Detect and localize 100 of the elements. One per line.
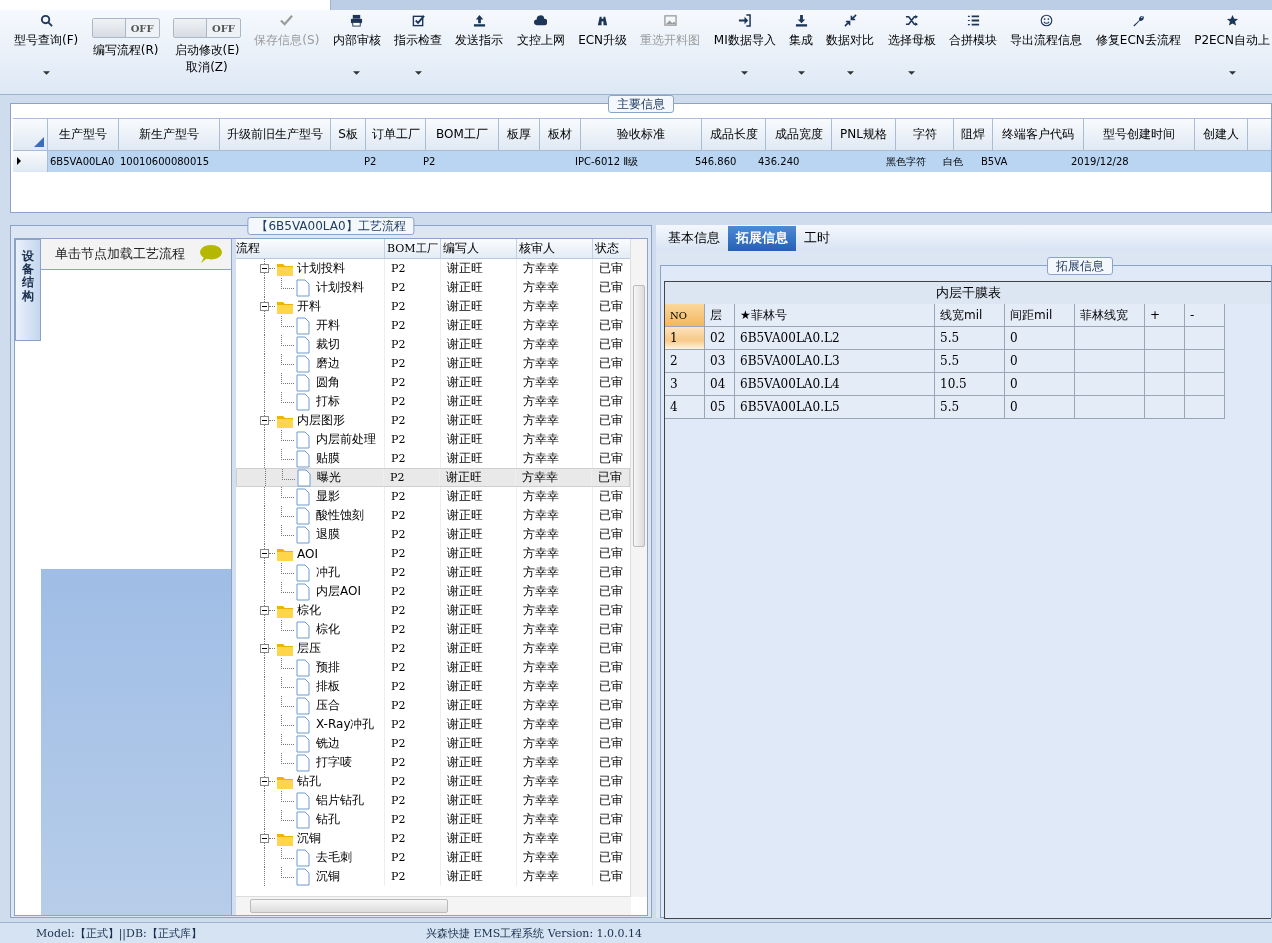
table-cell[interactable] bbox=[1185, 396, 1225, 419]
collapse-icon[interactable] bbox=[260, 644, 269, 653]
toolbar-button[interactable]: P2ECN自动上 bbox=[1194, 10, 1270, 94]
tree-row[interactable]: 内层AOI P2 谢正旺 方幸幸 已审 bbox=[236, 582, 630, 601]
table-cell[interactable] bbox=[1075, 396, 1145, 419]
table-cell[interactable]: 0 bbox=[1005, 327, 1075, 350]
column-header[interactable]: - bbox=[1185, 304, 1225, 327]
column-header[interactable]: BOM工厂 bbox=[426, 119, 499, 150]
table-cell[interactable]: 05 bbox=[705, 396, 735, 419]
toolbar-button[interactable]: 发送指示 bbox=[455, 10, 504, 94]
tree-row[interactable]: 裁切 P2 谢正旺 方幸幸 已审 bbox=[236, 335, 630, 354]
collapse-icon[interactable] bbox=[260, 416, 269, 425]
tree-row[interactable]: 显影 P2 谢正旺 方幸幸 已审 bbox=[236, 487, 630, 506]
table-cell[interactable] bbox=[1145, 396, 1185, 419]
table-cell[interactable]: 03 bbox=[705, 350, 735, 373]
table-cell[interactable] bbox=[1145, 327, 1185, 350]
table-cell[interactable]: 5.5 bbox=[935, 350, 1005, 373]
column-header[interactable]: + bbox=[1145, 304, 1185, 327]
toolbar-button[interactable]: 导出流程信息 bbox=[1010, 10, 1083, 94]
tree-row[interactable]: X-Ray冲孔 P2 谢正旺 方幸幸 已审 bbox=[236, 715, 630, 734]
tab[interactable]: 拓展信息 bbox=[728, 226, 796, 251]
tree-row[interactable]: 层压 P2 谢正旺 方幸幸 已审 bbox=[236, 639, 630, 658]
table-cell[interactable]: 6B5VA00LA0.L4 bbox=[735, 373, 935, 396]
tree-row[interactable]: 冲孔 P2 谢正旺 方幸幸 已审 bbox=[236, 563, 630, 582]
column-header[interactable]: 订单工厂 bbox=[366, 119, 426, 150]
tree-row[interactable]: 钻孔 P2 谢正旺 方幸幸 已审 bbox=[236, 772, 630, 791]
tree-row[interactable]: 打字唛 P2 谢正旺 方幸幸 已审 bbox=[236, 753, 630, 772]
collapse-icon[interactable] bbox=[260, 264, 269, 273]
table-cell[interactable] bbox=[1145, 350, 1185, 373]
table-cell[interactable]: 0 bbox=[1005, 373, 1075, 396]
tree-row[interactable]: 开料 P2 谢正旺 方幸幸 已审 bbox=[236, 316, 630, 335]
toolbar-button[interactable]: 集成 bbox=[789, 10, 814, 94]
column-header[interactable]: 流程 bbox=[236, 239, 385, 258]
toolbar-button[interactable]: 选择母板 bbox=[887, 10, 936, 94]
toolbar-button[interactable]: 修复ECN丢流程 bbox=[1095, 10, 1181, 94]
collapse-icon[interactable] bbox=[260, 549, 269, 558]
table-cell[interactable] bbox=[1185, 327, 1225, 350]
tree-row[interactable]: 计划投料 P2 谢正旺 方幸幸 已审 bbox=[236, 278, 630, 297]
table-cell[interactable]: 6B5VA00LA0.L3 bbox=[735, 350, 935, 373]
column-header[interactable]: 生产型号 bbox=[48, 119, 119, 150]
tab[interactable]: 工时 bbox=[796, 226, 838, 251]
column-header[interactable]: 板厚 bbox=[499, 119, 540, 150]
column-header[interactable]: NO bbox=[665, 304, 705, 327]
table-cell[interactable]: 3 bbox=[665, 373, 705, 396]
tree-row[interactable]: 铝片钻孔 P2 谢正旺 方幸幸 已审 bbox=[236, 791, 630, 810]
toolbar-button[interactable]: 数据对比 bbox=[826, 10, 875, 94]
tree-row[interactable]: 沉铜 P2 谢正旺 方幸幸 已审 bbox=[236, 867, 630, 886]
table-cell[interactable]: 2 bbox=[665, 350, 705, 373]
table-cell[interactable]: 5.5 bbox=[935, 396, 1005, 419]
tree-row[interactable]: 压合 P2 谢正旺 方幸幸 已审 bbox=[236, 696, 630, 715]
table-cell[interactable]: 6B5VA00LA0.L5 bbox=[735, 396, 935, 419]
tree-row[interactable]: 圆角 P2 谢正旺 方幸幸 已审 bbox=[236, 373, 630, 392]
column-header[interactable]: PNL规格 bbox=[832, 119, 896, 150]
column-header[interactable]: 线宽mil bbox=[935, 304, 1005, 327]
horizontal-scrollbar[interactable] bbox=[236, 896, 631, 915]
column-header[interactable]: 菲林线宽 bbox=[1075, 304, 1145, 327]
column-header[interactable]: 终端客户代码 bbox=[993, 119, 1084, 150]
table-cell[interactable] bbox=[1075, 327, 1145, 350]
search-button[interactable]: 型号查询(F) bbox=[14, 10, 79, 94]
collapse-icon[interactable] bbox=[260, 302, 269, 311]
tree-row[interactable]: 预排 P2 谢正旺 方幸幸 已审 bbox=[236, 658, 630, 677]
column-header[interactable]: 编写人 bbox=[441, 239, 517, 258]
tree-row[interactable]: 去毛刺 P2 谢正旺 方幸幸 已审 bbox=[236, 848, 630, 867]
table-cell[interactable]: 1 bbox=[665, 327, 705, 350]
tree-row[interactable]: 排板 P2 谢正旺 方幸幸 已审 bbox=[236, 677, 630, 696]
side-tab[interactable]: 设备结构 bbox=[15, 239, 41, 341]
column-header[interactable]: 字符 bbox=[896, 119, 954, 150]
column-header[interactable]: 间距mil bbox=[1005, 304, 1075, 327]
column-header[interactable]: 层 bbox=[705, 304, 735, 327]
tree-row[interactable]: 沉铜 P2 谢正旺 方幸幸 已审 bbox=[236, 829, 630, 848]
tree-row[interactable]: 打标 P2 谢正旺 方幸幸 已审 bbox=[236, 392, 630, 411]
table-cell[interactable]: 0 bbox=[1005, 396, 1075, 419]
table-cell[interactable] bbox=[1075, 350, 1145, 373]
tree-row[interactable]: 曝光 P2 谢正旺 方幸幸 已审 bbox=[236, 468, 630, 487]
column-header[interactable]: 升级前旧生产型号 bbox=[220, 119, 331, 150]
column-header[interactable]: 状态 bbox=[593, 239, 630, 258]
toolbar-button[interactable]: 指示检查 bbox=[394, 10, 443, 94]
table-cell[interactable] bbox=[1185, 350, 1225, 373]
column-header[interactable]: S板 bbox=[331, 119, 366, 150]
column-header[interactable]: 阻焊 bbox=[954, 119, 993, 150]
table-cell[interactable] bbox=[1145, 373, 1185, 396]
column-header[interactable]: ★菲林号 bbox=[735, 304, 935, 327]
table-cell[interactable]: 0 bbox=[1005, 350, 1075, 373]
toggle-switch[interactable]: OFF bbox=[91, 18, 160, 38]
toggle-switch[interactable]: OFF bbox=[173, 18, 241, 38]
column-header[interactable]: 创建人 bbox=[1195, 119, 1248, 150]
column-header[interactable]: 新生产型号 bbox=[119, 119, 220, 150]
toolbar-button[interactable]: ECN升级 bbox=[578, 10, 628, 94]
tree-row[interactable]: 退膜 P2 谢正旺 方幸幸 已审 bbox=[236, 525, 630, 544]
tree-row[interactable]: 计划投料 P2 谢正旺 方幸幸 已审 bbox=[236, 259, 630, 278]
tree-row[interactable]: 内层图形 P2 谢正旺 方幸幸 已审 bbox=[236, 411, 630, 430]
column-header[interactable]: 成品长度 bbox=[702, 119, 766, 150]
table-cell[interactable]: 04 bbox=[705, 373, 735, 396]
column-header[interactable]: 核审人 bbox=[517, 239, 593, 258]
toolbar-button[interactable]: 合拼模块 bbox=[949, 10, 998, 94]
collapse-icon[interactable] bbox=[260, 606, 269, 615]
tree-row[interactable]: 酸性蚀刻 P2 谢正旺 方幸幸 已审 bbox=[236, 506, 630, 525]
vertical-scrollbar[interactable] bbox=[630, 239, 647, 897]
table-cell[interactable]: 10.5 bbox=[935, 373, 1005, 396]
table-cell[interactable]: 5.5 bbox=[935, 327, 1005, 350]
